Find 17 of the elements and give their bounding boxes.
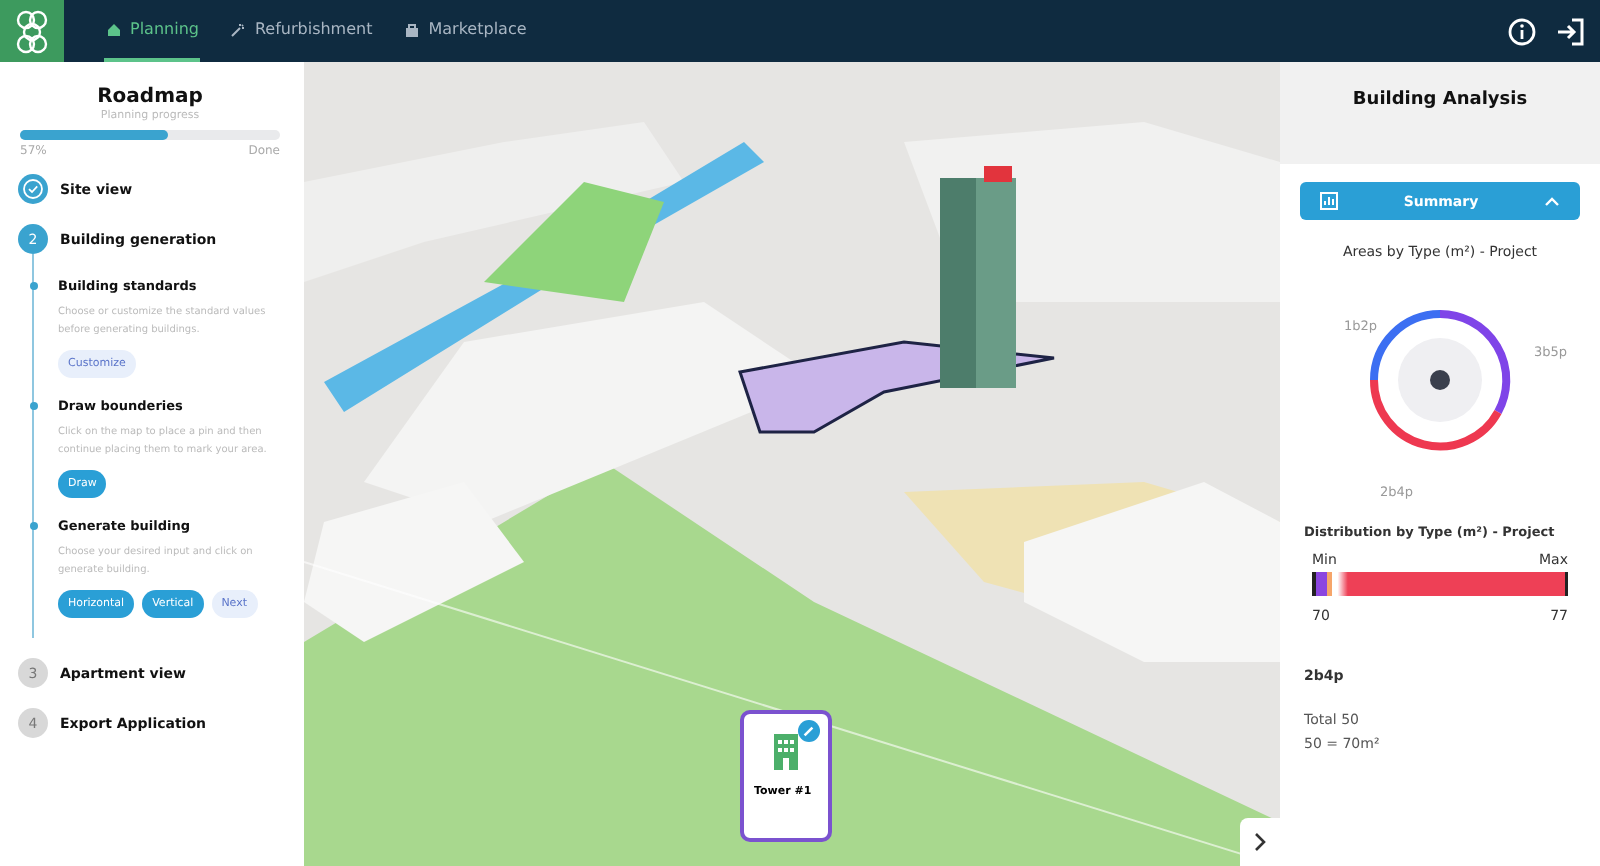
panel-toggle-button[interactable] [1240, 818, 1280, 866]
app-logo[interactable] [0, 0, 64, 62]
bag-icon [404, 21, 421, 37]
home-icon [106, 21, 122, 37]
check-circle-icon [18, 174, 48, 204]
edit-icon[interactable] [798, 720, 820, 742]
info-icon[interactable] [1508, 17, 1536, 45]
nav-tab[interactable]: Refurbishment [228, 0, 375, 62]
chevron-right-icon [1254, 832, 1266, 852]
chart-icon [1320, 192, 1338, 210]
magic-wand-icon [230, 21, 247, 37]
building-icon [772, 730, 800, 770]
panel-title: Building Analysis [1352, 90, 1528, 110]
nav-tab[interactable]: Marketplace [402, 0, 529, 62]
chevron-up-icon [1544, 196, 1560, 206]
logout-icon[interactable] [1556, 17, 1584, 45]
roadmap-title: Roadmap [95, 86, 205, 108]
